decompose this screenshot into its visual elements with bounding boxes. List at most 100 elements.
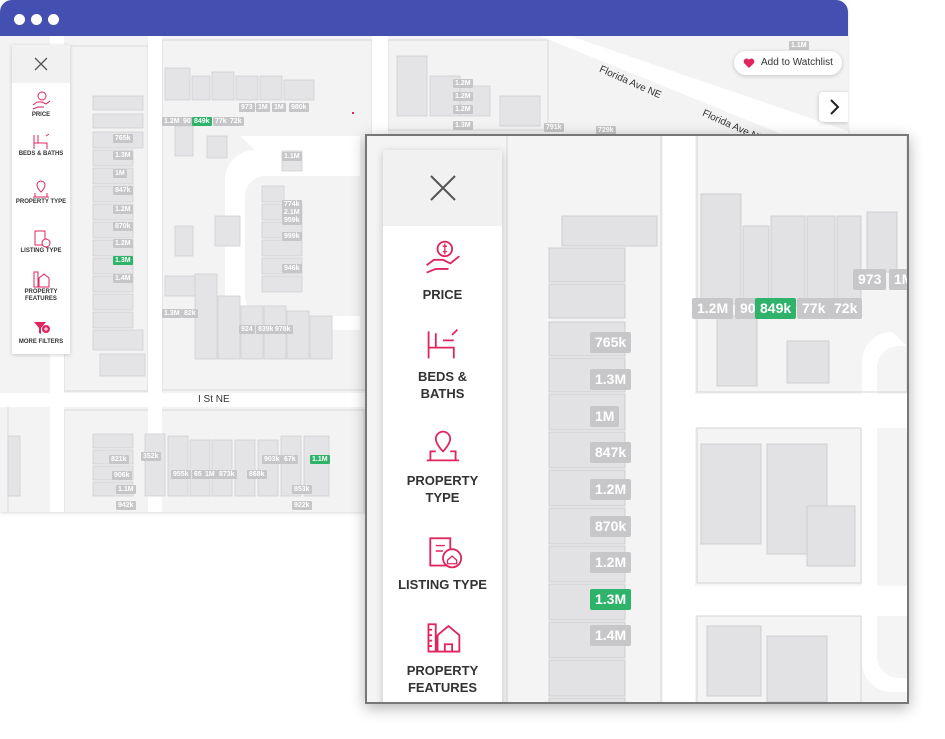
house-pin-icon [33,180,49,198]
price-label[interactable]: 821k [109,455,129,464]
price-label[interactable]: 873k [217,470,237,479]
filter-beds-baths-label: BEDS & BATHS [18,151,64,157]
zoom-close-button[interactable] [383,150,502,226]
price-label[interactable]: 72k [228,117,244,126]
price-label[interactable]: 1.4M [590,625,632,646]
price-label[interactable]: 1.3M [113,151,133,160]
zoom-filter-property-type[interactable]: PROPERTY TYPE [383,428,502,506]
price-label[interactable]: 868k [247,470,267,479]
price-label[interactable]: 791k [544,123,564,132]
window-dot[interactable] [31,14,42,25]
window-dot[interactable] [14,14,25,25]
next-button[interactable] [819,92,848,122]
price-label[interactable]: 870k [113,222,133,231]
ruler-house-icon [427,623,460,653]
bed-bath-icon [33,133,50,149]
price-label[interactable]: 973 [853,269,887,290]
zoom-filter-price[interactable]: PRICE [383,238,502,303]
zoom-inset: 973 1M 1.2M 90 849k 77k 72k 765k 1.3M 1M… [365,134,909,704]
price-label[interactable]: 1M [203,470,217,479]
price-label[interactable]: 903k [262,455,282,464]
zoom-filter-property-features-label: PROPERTY FEATURES [406,663,479,695]
price-label[interactable]: 999k [282,232,302,241]
price-label[interactable]: 847k [113,186,133,195]
price-label[interactable]: 1.4M [113,274,133,283]
price-label[interactable]: 853k [292,485,312,494]
price-label[interactable]: 942k [116,501,136,510]
close-button[interactable] [12,45,70,83]
price-label[interactable]: 1.2M [113,205,133,214]
price-label[interactable]: 847k [590,442,632,463]
price-label-highlight[interactable]: 1.1M [310,455,330,464]
filter-sidebar: PRICE BEDS & BATHS PROPERTY TYPE LISTING… [12,45,70,354]
price-label[interactable]: 77k [213,117,229,126]
filter-more[interactable]: MORE FILTERS [12,319,70,346]
price-label-highlight[interactable]: 849k [755,298,797,319]
zoom-filter-property-features[interactable]: PROPERTY FEATURES [383,618,502,696]
price-label[interactable]: 1.3M [590,369,632,390]
price-label[interactable]: 352k [141,452,161,461]
price-label[interactable]: 1.2M [113,239,133,248]
price-label[interactable]: 1M [113,169,127,178]
filter-property-features[interactable]: PROPERTY FEATURES [12,269,70,303]
price-label[interactable]: 973 [239,103,255,112]
price-label[interactable]: 1.2M [162,117,182,126]
price-label[interactable]: 922k [292,501,312,510]
window-dot[interactable] [48,14,59,25]
price-label[interactable]: 765k [113,134,133,143]
close-icon [34,57,48,71]
price-label[interactable]: 1.2M [453,105,473,114]
filter-price[interactable]: PRICE [12,90,70,119]
price-label[interactable]: 1M [272,103,286,112]
price-label[interactable]: 1.1M [116,485,136,494]
map-marker-dot [352,112,354,114]
price-hand-coin-icon [32,91,51,110]
ruler-house-icon [33,271,50,288]
price-label[interactable]: 765k [590,332,632,353]
price-label[interactable]: 955k [171,470,191,479]
add-to-watchlist-button[interactable]: Add to Watchlist [734,51,842,75]
price-label[interactable]: 978k [273,325,293,334]
filter-listing-type[interactable]: LISTING TYPE [12,228,70,255]
price-label[interactable]: 1.3M [162,309,182,318]
price-label[interactable]: 906k [112,471,132,480]
price-label[interactable]: 77k [797,298,831,319]
zoom-filter-beds-baths[interactable]: BEDS & BATHS [383,326,502,402]
price-label[interactable]: 980k [289,103,309,112]
price-label[interactable]: 1.2M [590,552,632,573]
price-label[interactable]: 946k [282,264,302,273]
zoom-filter-beds-baths-label: BEDS & BATHS [417,369,468,401]
filter-beds-baths[interactable]: BEDS & BATHS [12,131,70,158]
zoom-filter-listing-type[interactable]: LISTING TYPE [383,532,502,593]
filter-plus-icon [34,322,50,334]
price-label[interactable]: 1.2M [692,298,734,319]
price-label[interactable]: 82k [182,309,198,318]
price-label[interactable]: 870k [590,516,632,537]
close-icon [430,175,456,201]
filter-listing-type-label: LISTING TYPE [20,248,62,254]
price-label[interactable]: 1.1M [282,152,302,161]
house-pin-icon [426,430,459,462]
price-label[interactable]: 1.2M [453,79,473,88]
price-label[interactable]: 959k [282,216,302,225]
price-label[interactable]: 72k [829,298,863,319]
price-label[interactable]: 1.2M [453,92,473,101]
price-label[interactable]: 1.2M [590,479,632,500]
price-label-highlight[interactable]: 1.3M [590,589,632,610]
zoom-filter-sidebar: PRICE BEDS & BATHS PROPERTY TYPE LISTING… [383,150,502,702]
price-label-highlight[interactable]: 849k [192,117,212,126]
chevron-right-icon [830,99,840,115]
price-label[interactable]: 1.1M [789,41,809,50]
price-label[interactable]: 67k [282,455,298,464]
price-hand-coin-icon [425,240,460,274]
price-label[interactable]: 1M [889,269,907,290]
price-label-highlight[interactable]: 1.3M [113,256,133,265]
filter-property-type[interactable]: PROPERTY TYPE [12,179,70,206]
filter-property-features-label: PROPERTY FEATURES [24,289,58,302]
price-label[interactable]: 1.3M [453,121,473,130]
price-label[interactable]: 1M [590,406,620,427]
zoom-filter-listing-type-label: LISTING TYPE [398,577,487,592]
price-label[interactable]: 924 [239,325,255,334]
bed-bath-icon [427,328,458,359]
price-label[interactable]: 1M [256,103,270,112]
